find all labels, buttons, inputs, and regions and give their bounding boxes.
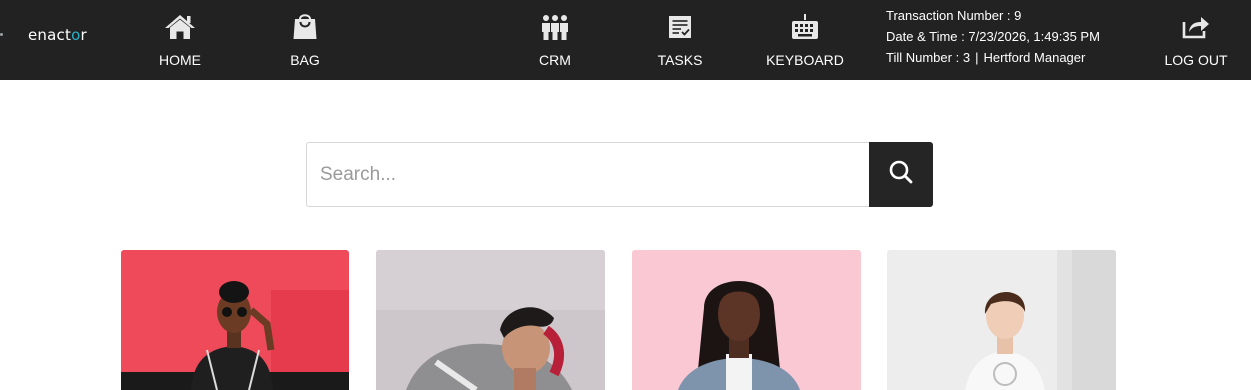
girl-on-pink-background-photo — [632, 250, 861, 390]
nav-tasks-label: TASKS — [657, 52, 703, 68]
people-icon — [540, 12, 570, 42]
tasks-icon — [667, 12, 693, 42]
top-navigation-bar: enactor HOME BAG CRM TASKS KEYBOARD Tran… — [0, 0, 1251, 80]
till-number-value: 3 — [962, 50, 971, 65]
session-info: Transaction Number : 9 Date & Time : 7/2… — [886, 5, 1100, 68]
nav-keyboard-button[interactable]: KEYBOARD — [760, 0, 850, 80]
person-on-grey-background-photo — [376, 250, 605, 390]
share-export-icon — [1181, 12, 1211, 42]
search-input[interactable] — [306, 142, 870, 207]
nav-keyboard-label: KEYBOARD — [766, 52, 844, 68]
transaction-number-value: 9 — [1014, 8, 1022, 23]
product-card-3[interactable] — [632, 250, 861, 390]
logout-label: LOG OUT — [1164, 52, 1228, 68]
product-card-1[interactable] — [121, 250, 349, 390]
home-icon — [164, 12, 196, 42]
date-time-row: Date & Time : 7/23/2026, 1:49:35 PM — [886, 29, 1100, 44]
child-on-white-background-photo — [887, 250, 1116, 390]
search-bar — [306, 142, 933, 207]
nav-crm-label: CRM — [539, 52, 571, 68]
search-icon — [888, 159, 914, 190]
user-name: Hertford Manager — [983, 50, 1086, 65]
transaction-number-row: Transaction Number : 9 — [886, 8, 1022, 23]
product-card-2[interactable] — [376, 250, 605, 390]
keyboard-icon — [791, 12, 819, 42]
search-button[interactable] — [869, 142, 933, 207]
enactor-logo: enactor — [28, 26, 87, 44]
nav-home-button[interactable]: HOME — [140, 0, 220, 80]
logout-button[interactable]: LOG OUT — [1160, 0, 1232, 80]
nav-tasks-button[interactable]: TASKS — [640, 0, 720, 80]
till-number-row: Till Number : 3 | Hertford Manager — [886, 50, 1086, 65]
person-in-red-room-photo — [121, 250, 349, 390]
menu-dot-icon[interactable] — [0, 33, 3, 36]
nav-home-label: HOME — [159, 52, 201, 68]
nav-bag-label: BAG — [290, 52, 320, 68]
bag-icon — [292, 12, 318, 42]
nav-crm-button[interactable]: CRM — [515, 0, 595, 80]
product-card-4[interactable] — [887, 250, 1116, 390]
date-time-value: 7/23/2026, 1:49:35 PM — [968, 29, 1100, 44]
nav-bag-button[interactable]: BAG — [265, 0, 345, 80]
